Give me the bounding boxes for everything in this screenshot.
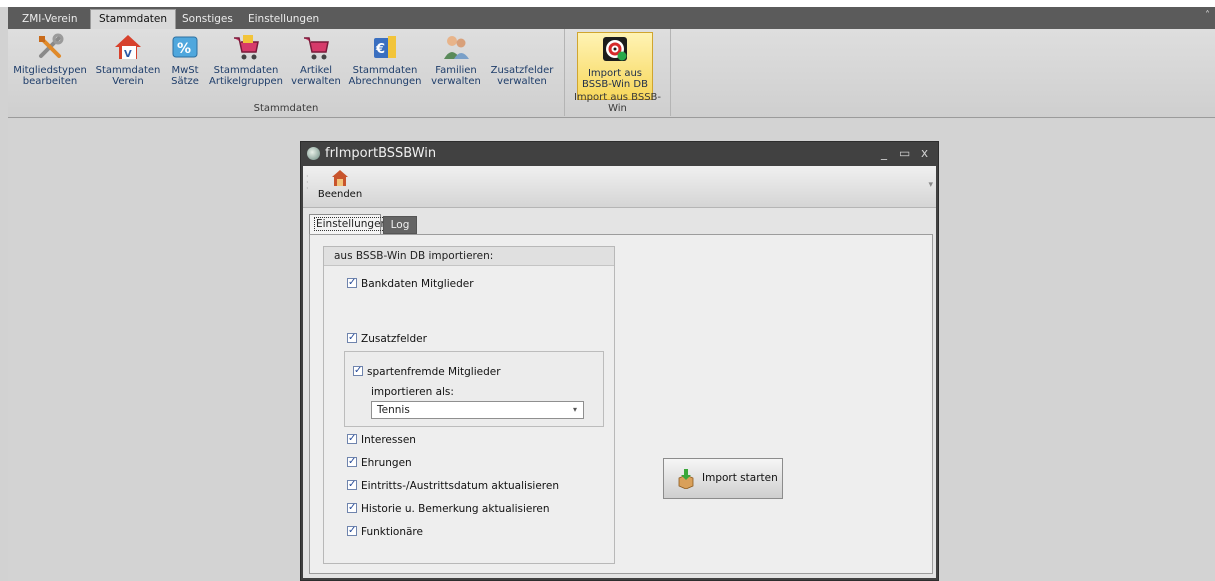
import-bssb-win-button[interactable]: Import aus BSSB-Win DB <box>577 32 653 100</box>
checkbox-historie[interactable]: Historie u. Bemerkung aktualisieren <box>347 501 550 517</box>
spartenfremde-group: spartenfremde Mitglieder importieren als… <box>344 351 604 427</box>
import-options-group: aus BSSB-Win DB importieren: Bankdaten M… <box>323 246 615 564</box>
toolbar-overflow-icon[interactable]: ▾ <box>928 180 933 190</box>
checkbox-interessen[interactable]: Interessen <box>347 432 416 448</box>
house-icon: V <box>113 32 143 62</box>
ribbon-tab-bar: ZMI-Verein Stammdaten Sonstiges Einstell… <box>8 7 1215 29</box>
group-label-import: Import aus BSSB-Win <box>573 92 662 114</box>
chevron-down-icon: ▾ <box>572 405 577 414</box>
cart-icon <box>301 32 331 62</box>
checkbox-funktionaere[interactable]: Funktionäre <box>347 524 423 540</box>
checkbox-spartenfremde[interactable]: spartenfremde Mitglieder <box>353 364 501 380</box>
box-download-icon <box>676 469 696 489</box>
artikelgruppen-button[interactable]: Stammdaten Artikelgruppen <box>208 32 284 100</box>
familien-verwalten-button[interactable]: Familien verwalten <box>428 32 484 100</box>
import-as-select[interactable]: Tennis ▾ <box>371 401 584 419</box>
checkbox-checked-icon <box>353 364 363 377</box>
form-title: frImportBSSBWin <box>325 146 437 161</box>
tab-zmi-verein[interactable]: ZMI-Verein <box>14 10 85 29</box>
artikel-verwalten-button[interactable]: Artikel verwalten <box>290 32 342 100</box>
house-icon <box>331 169 349 187</box>
target-icon <box>600 35 630 65</box>
maximize-button[interactable]: ▭ <box>899 146 910 160</box>
checkbox-checked-icon <box>347 455 357 468</box>
minimize-button[interactable]: _ <box>881 146 887 160</box>
checkbox-zusatzfelder[interactable]: Zusatzfelder <box>347 331 427 347</box>
tab-einstellungen[interactable]: Einstellungen <box>240 10 327 29</box>
ribbon: Mitgliedstypen bearbeiten V Stammdaten V… <box>8 29 1215 118</box>
group-label-stammdaten: Stammdaten <box>253 103 319 114</box>
ribbon-group-import: Import aus BSSB-Win DB Import aus BSSB-W… <box>565 29 671 116</box>
app-icon <box>307 147 320 160</box>
checkbox-checked-icon <box>347 501 357 514</box>
family-icon <box>441 32 471 62</box>
checkbox-ehrungen[interactable]: Ehrungen <box>347 455 412 471</box>
checkbox-checked-icon <box>347 524 357 537</box>
form-body: · · · Beenden ▾ Einstellungen Log aus BSSB… <box>303 166 936 578</box>
mwst-saetze-button[interactable]: % MwSt Sätze <box>166 32 204 100</box>
close-button[interactable]: x <box>921 146 928 160</box>
euro-icon: € <box>370 32 400 62</box>
settings-tab-page: aus BSSB-Win DB importieren: Bankdaten M… <box>309 234 933 574</box>
import-starten-button[interactable]: Import starten <box>663 458 783 499</box>
beenden-label: Beenden <box>317 189 363 200</box>
tools-icon <box>35 32 65 62</box>
checkbox-checked-icon <box>347 478 357 491</box>
import-form-window: frImportBSSBWin _ ▭ x · · · Beenden ▾ Eins… <box>300 141 939 581</box>
form-toolbar: · · · Beenden ▾ <box>303 166 936 208</box>
percent-icon: % <box>170 32 200 62</box>
mitgliedstypen-button[interactable]: Mitgliedstypen bearbeiten <box>12 32 88 100</box>
beenden-button[interactable]: Beenden <box>317 169 363 200</box>
tab-stammdaten[interactable]: Stammdaten <box>90 9 177 29</box>
svg-text:V: V <box>124 49 132 60</box>
checkbox-checked-icon <box>347 331 357 344</box>
form-titlebar[interactable]: frImportBSSBWin _ ▭ x <box>301 142 938 166</box>
ribbon-group-stammdaten: Mitgliedstypen bearbeiten V Stammdaten V… <box>8 29 565 116</box>
stammdaten-verein-button[interactable]: V Stammdaten Verein <box>94 32 162 100</box>
group-title: aus BSSB-Win DB importieren: <box>324 247 614 266</box>
top-margin <box>0 0 1215 7</box>
checkbox-checked-icon <box>347 276 357 289</box>
checkbox-bankdaten[interactable]: Bankdaten Mitglieder <box>347 276 474 292</box>
checkbox-checked-icon <box>347 432 357 445</box>
checkbox-eintritt[interactable]: Eintritts-/Austrittsdatum aktualisieren <box>347 478 559 494</box>
svg-text:€: € <box>375 42 385 57</box>
ribbon-collapse-icon[interactable]: ˄ <box>1205 10 1210 21</box>
toolbar-grip-icon[interactable]: · · · <box>306 173 309 193</box>
tab-einstellungen-form[interactable]: Einstellungen <box>309 214 390 234</box>
tab-log[interactable]: Log <box>383 216 417 234</box>
svg-text:%: % <box>177 41 191 57</box>
abrechnungen-button[interactable]: € Stammdaten Abrechnungen <box>346 32 424 100</box>
tab-sonstiges[interactable]: Sonstiges <box>174 10 241 29</box>
import-as-label: importieren als: <box>371 386 454 398</box>
cart-icon <box>231 32 261 62</box>
zusatzfelder-verwalten-button[interactable]: Zusatzfelder verwalten <box>488 32 556 100</box>
